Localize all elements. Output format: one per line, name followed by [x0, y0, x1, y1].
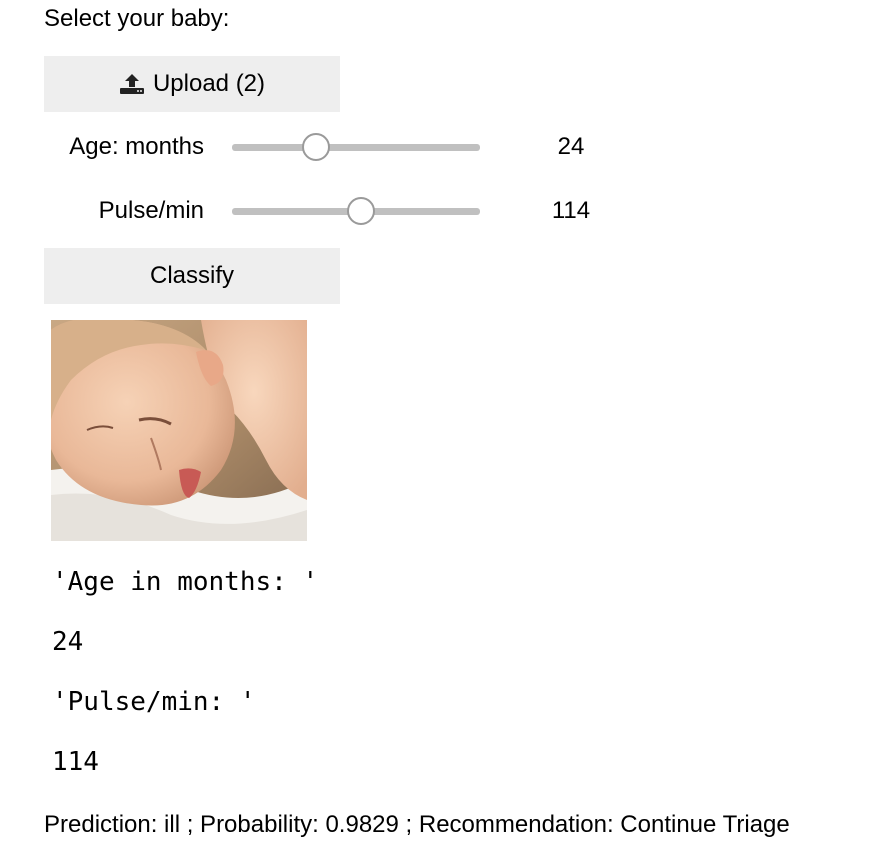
- age-slider-track[interactable]: [232, 144, 480, 151]
- prediction-result: Prediction: ill ; Probability: 0.9829 ; …: [44, 811, 790, 838]
- output-age-label: 'Age in months: ': [52, 567, 319, 597]
- age-slider-label: Age: months: [69, 133, 204, 160]
- pulse-slider-label: Pulse/min: [98, 197, 204, 224]
- age-slider-handle[interactable]: [302, 133, 330, 161]
- baby-photo: [51, 320, 307, 541]
- pulse-slider-value: 114: [551, 197, 591, 224]
- classify-button[interactable]: Classify: [44, 248, 340, 304]
- pulse-slider-handle[interactable]: [347, 197, 375, 225]
- select-baby-label: Select your baby:: [44, 5, 230, 32]
- upload-button-label: Upload (2): [152, 70, 266, 97]
- output-pulse-value: 114: [52, 747, 99, 777]
- classify-button-label: Classify: [149, 262, 234, 289]
- age-slider-value: 24: [557, 133, 585, 160]
- notebook-output: Select your baby: Upload (2) Age: months…: [0, 0, 896, 858]
- upload-icon: [119, 73, 145, 95]
- output-age-value: 24: [52, 627, 84, 657]
- output-pulse-label: 'Pulse/min: ': [52, 687, 256, 717]
- upload-button[interactable]: Upload (2): [44, 56, 340, 112]
